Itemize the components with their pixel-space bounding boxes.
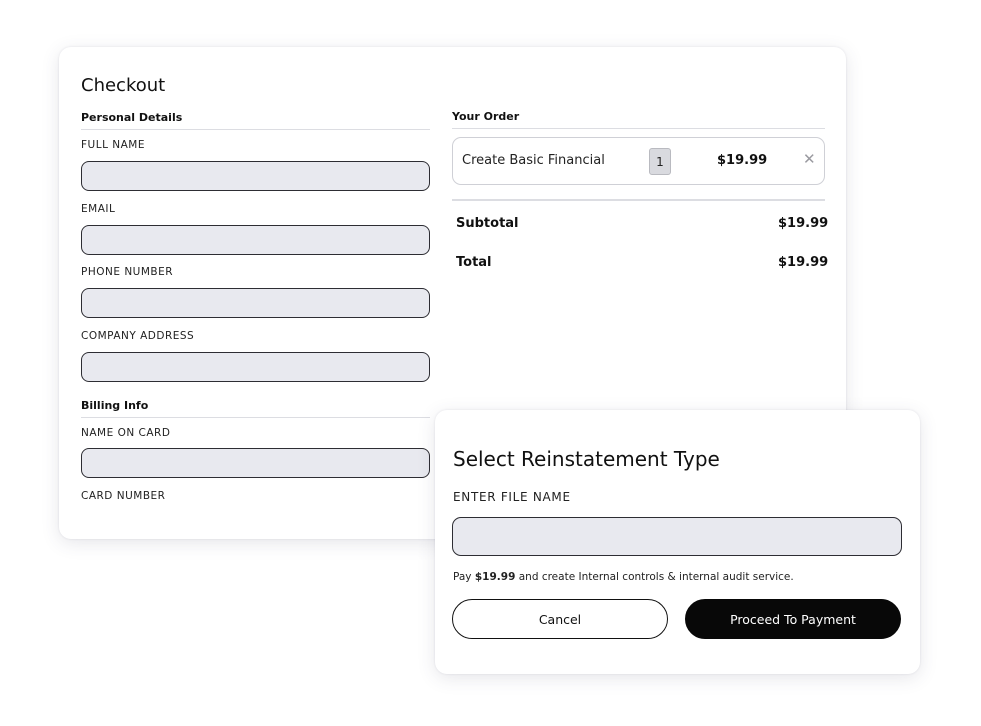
quantity-box[interactable]: 1	[649, 148, 671, 175]
name-on-card-label: NAME ON CARD	[81, 427, 171, 439]
stage: Checkout Personal Details FULL NAME EMAI…	[0, 0, 981, 726]
email-input[interactable]	[81, 225, 430, 255]
subtotal-value: $19.99	[778, 216, 829, 231]
phone-number-label: PHONE NUMBER	[81, 266, 174, 278]
proceed-to-payment-button[interactable]: Proceed To Payment	[685, 599, 901, 639]
your-order-heading: Your Order	[452, 110, 825, 129]
payment-note: Pay $19.99 and create Internal controls …	[453, 571, 794, 583]
cancel-button[interactable]: Cancel	[452, 599, 668, 639]
reinstatement-modal: Select Reinstatement Type ENTER FILE NAM…	[435, 410, 920, 674]
phone-number-input[interactable]	[81, 288, 430, 318]
card-number-label: CARD NUMBER	[81, 490, 166, 502]
email-label: EMAIL	[81, 203, 116, 215]
payment-note-suffix: and create Internal controls & internal …	[518, 571, 794, 583]
full-name-label: FULL NAME	[81, 139, 145, 151]
order-item-price: $19.99	[717, 153, 768, 168]
total-label: Total	[456, 255, 492, 270]
total-value: $19.99	[778, 255, 829, 270]
company-address-input[interactable]	[81, 352, 430, 382]
checkout-title: Checkout	[81, 75, 166, 96]
order-divider	[452, 199, 825, 201]
order-item: Create Basic Financial 1 $19.99 ✕	[452, 137, 825, 185]
payment-note-prefix: Pay	[453, 571, 472, 583]
billing-info-heading: Billing Info	[81, 399, 430, 418]
file-name-input[interactable]	[452, 517, 902, 556]
payment-note-amount: $19.99	[474, 571, 516, 583]
modal-title: Select Reinstatement Type	[453, 447, 720, 471]
personal-details-heading: Personal Details	[81, 111, 430, 130]
full-name-input[interactable]	[81, 161, 430, 191]
company-address-label: COMPANY ADDRESS	[81, 330, 195, 342]
subtotal-label: Subtotal	[456, 216, 519, 231]
file-name-label: ENTER FILE NAME	[453, 490, 571, 504]
order-item-name: Create Basic Financial	[462, 153, 605, 168]
close-icon[interactable]: ✕	[803, 150, 816, 168]
name-on-card-input[interactable]	[81, 448, 430, 478]
